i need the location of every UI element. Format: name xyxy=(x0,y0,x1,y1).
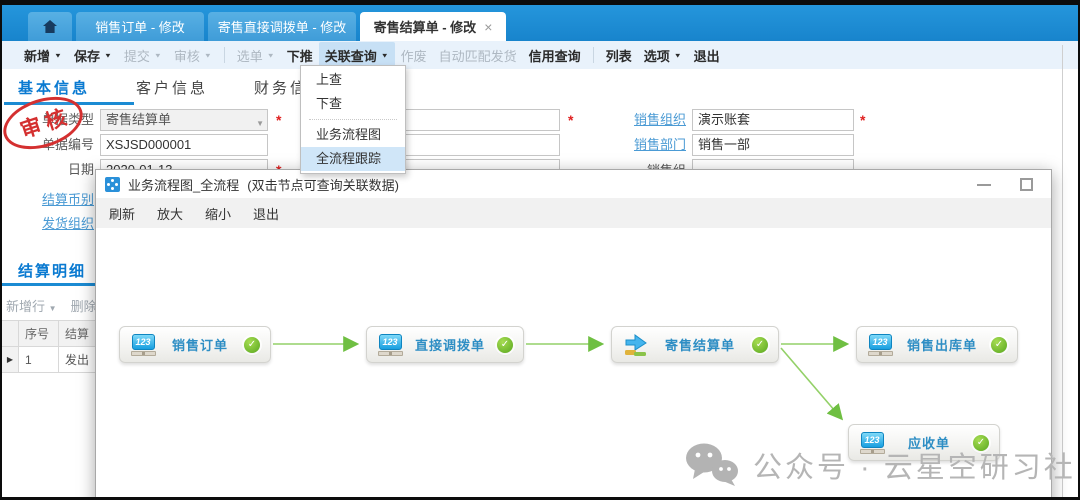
chevron-down-icon: ▼ xyxy=(381,51,389,58)
modal-exit-button[interactable]: 退出 xyxy=(253,204,279,223)
chevron-down-icon: ▼ xyxy=(674,51,682,58)
add-row-button[interactable]: 新增行 ▼ xyxy=(6,296,57,315)
tab-basic-info[interactable]: 基本信息 xyxy=(18,77,90,98)
sales-org-field[interactable]: 演示账套 xyxy=(692,109,854,131)
row-selector-cell[interactable]: ▶ xyxy=(2,347,19,372)
screen-artifact-dot xyxy=(148,1,155,4)
flow-node-consign-settlement[interactable]: 寄售结算单 ✓ xyxy=(611,326,779,363)
document-123-icon: 123 xyxy=(377,334,403,356)
pick-order-button: 选单▼ xyxy=(231,42,281,69)
refresh-button[interactable]: 刷新 xyxy=(109,204,135,223)
list-button[interactable]: 列表 xyxy=(600,42,638,69)
seq-column-header: 序号 xyxy=(19,321,59,346)
required-marker: * xyxy=(568,109,573,129)
required-marker: * xyxy=(276,109,281,129)
menu-separator xyxy=(309,119,397,120)
chevron-down-icon: ▼ xyxy=(267,51,275,58)
sales-dept-field[interactable]: 销售一部 xyxy=(692,134,854,156)
zoom-out-button[interactable]: 缩小 xyxy=(205,204,231,223)
auto-match-button: 自动匹配发货 xyxy=(433,42,523,69)
flow-node-receivable[interactable]: 123 应收单 ✓ xyxy=(848,424,1000,461)
menu-item-flow-chart[interactable]: 业务流程图 xyxy=(301,123,405,147)
app-window: 销售订单 - 修改 寄售直接调拨单 - 修改 寄售结算单 - 修改 × 新增▼ … xyxy=(0,0,1080,500)
detail-section-title[interactable]: 结算明细 xyxy=(18,260,86,281)
doc-no-field[interactable]: XSJSD000001 xyxy=(100,134,268,156)
chevron-down-icon: ▼ xyxy=(154,51,162,58)
submit-button: 提交▼ xyxy=(118,42,168,69)
page-right-border xyxy=(1062,45,1063,500)
menu-item-trace-down[interactable]: 下查 xyxy=(301,92,405,116)
date-label: 日期 xyxy=(2,160,94,180)
row-marker-icon: ▶ xyxy=(7,355,13,364)
ship-org-link[interactable]: 发货组织 xyxy=(2,214,94,234)
home-icon xyxy=(43,20,57,33)
modal-titlebar[interactable]: 业务流程图_全流程 (双击节点可查询关联数据) xyxy=(96,170,1051,198)
window-icon xyxy=(105,177,120,192)
check-circle-icon: ✓ xyxy=(752,337,768,353)
settle-currency-link[interactable]: 结算币别 xyxy=(2,190,94,210)
check-circle-icon: ✓ xyxy=(973,435,989,451)
close-tab-icon[interactable]: × xyxy=(484,19,492,35)
toolbar-separator xyxy=(593,47,594,63)
menu-item-trace-up[interactable]: 上查 xyxy=(301,68,405,92)
maximize-icon[interactable] xyxy=(1020,178,1033,191)
main-toolbar: 新增▼ 保存▼ 提交▼ 审核▼ 选单▼ 下推 关联查询▼ 作废 自动匹配发货 信… xyxy=(2,41,1078,69)
form-tab-strip: 基本信息 客户信息 财务信息 xyxy=(2,69,1078,105)
required-marker: * xyxy=(860,109,865,129)
arrow-document-icon xyxy=(622,333,648,357)
document-123-icon: 123 xyxy=(867,334,893,356)
check-circle-icon: ✓ xyxy=(991,337,1007,353)
new-button[interactable]: 新增▼ xyxy=(18,42,68,69)
doc-type-select[interactable]: 寄售结算单▼ xyxy=(100,109,268,131)
flow-node-sales-order[interactable]: 123 销售订单 ✓ xyxy=(119,326,271,363)
tab-sales-order[interactable]: 销售订单 - 修改 xyxy=(76,12,204,41)
flow-node-direct-transfer[interactable]: 123 直接调拨单 ✓ xyxy=(366,326,524,363)
credit-query-button[interactable]: 信用查询 xyxy=(523,42,587,69)
menu-item-full-trace[interactable]: 全流程跟踪 xyxy=(301,147,405,171)
chevron-down-icon: ▼ xyxy=(54,51,62,58)
toolbar-separator xyxy=(224,47,225,63)
modal-title: 业务流程图_全流程 xyxy=(128,175,239,194)
titlebar: 销售订单 - 修改 寄售直接调拨单 - 修改 寄售结算单 - 修改 × xyxy=(2,5,1078,41)
sales-dept-link[interactable]: 销售部门 xyxy=(594,135,686,155)
minimize-icon[interactable] xyxy=(977,184,991,186)
check-circle-icon: ✓ xyxy=(244,337,260,353)
flow-canvas: 123 销售订单 ✓ 123 直接调拨单 ✓ 寄售结算单 ✓ 123 xyxy=(96,228,1051,500)
zoom-in-button[interactable]: 放大 xyxy=(157,204,183,223)
document-123-icon: 123 xyxy=(859,432,885,454)
chevron-down-icon: ▼ xyxy=(49,304,57,313)
chevron-down-icon: ▼ xyxy=(256,114,264,131)
save-button[interactable]: 保存▼ xyxy=(68,42,118,69)
tab-consign-settlement-active[interactable]: 寄售结算单 - 修改 × xyxy=(360,12,506,41)
document-123-icon: 123 xyxy=(130,334,156,356)
exit-button[interactable]: 退出 xyxy=(688,42,726,69)
tab-home[interactable] xyxy=(28,12,72,41)
modal-toolbar: 刷新 放大 缩小 退出 xyxy=(96,198,1051,228)
options-button[interactable]: 选项▼ xyxy=(638,42,688,69)
link-query-dropdown: 上查 下查 业务流程图 全流程跟踪 xyxy=(300,65,406,174)
sales-org-link[interactable]: 销售组织 xyxy=(594,110,686,130)
modal-hint: (双击节点可查询关联数据) xyxy=(247,175,399,194)
seq-cell: 1 xyxy=(19,347,59,372)
chevron-down-icon: ▼ xyxy=(204,51,212,58)
check-circle-icon: ✓ xyxy=(497,337,513,353)
flow-node-sales-outbound[interactable]: 123 销售出库单 ✓ xyxy=(856,326,1018,363)
tab-customer-info[interactable]: 客户信息 xyxy=(136,77,208,98)
audit-button: 审核▼ xyxy=(168,42,218,69)
flow-diagram-modal: 业务流程图_全流程 (双击节点可查询关联数据) 刷新 放大 缩小 退出 xyxy=(95,169,1052,500)
chevron-down-icon: ▼ xyxy=(104,51,112,58)
tab-consign-transfer[interactable]: 寄售直接调拨单 - 修改 xyxy=(208,12,356,41)
row-selector-header xyxy=(2,321,19,346)
